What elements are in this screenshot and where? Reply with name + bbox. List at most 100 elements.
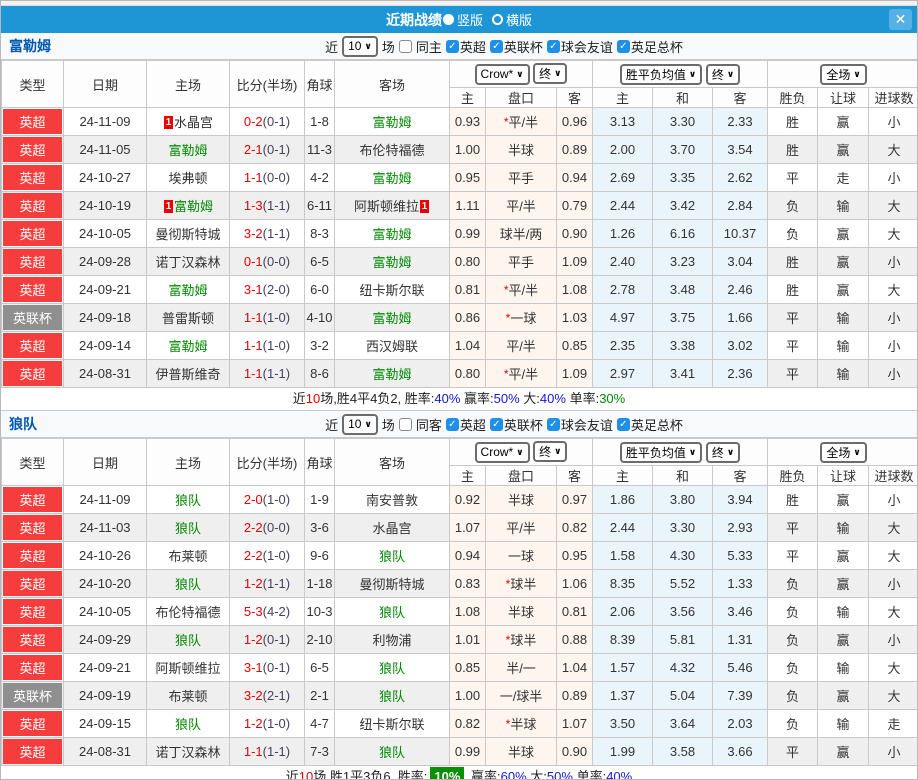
col-home: 主场: [146, 60, 230, 108]
away-odds: 1.08: [556, 275, 593, 304]
league-checkbox-efl-cup[interactable]: ✓: [489, 417, 503, 431]
team-label: 狼队: [378, 661, 405, 676]
chevron-down-icon: ∨: [726, 68, 735, 79]
result-goals: 大: [868, 681, 917, 710]
away-odds: 1.03: [556, 303, 593, 332]
avg-draw: 3.80: [652, 485, 713, 514]
odds-final-select[interactable]: 终 ∨: [533, 441, 568, 463]
radio-horizontal-label[interactable]: 横版: [506, 10, 532, 29]
scope-select[interactable]: 全场 ∨: [820, 441, 867, 463]
subcol-avg-away: 客: [711, 87, 769, 108]
half-score: (0-1): [262, 142, 291, 157]
col-type: 类型: [1, 60, 64, 108]
handicap-label: 一/球半: [499, 689, 543, 704]
league-badge: 英超: [3, 543, 62, 568]
league-label[interactable]: 英超: [460, 415, 486, 434]
radio-horizontal-layout[interactable]: [492, 14, 503, 25]
avg-draw: 4.32: [652, 653, 713, 682]
handicap-cell: 平手: [485, 163, 557, 192]
match-count-select[interactable]: 10 ∨: [342, 413, 378, 435]
radio-vertical-label[interactable]: 竖版: [457, 10, 483, 29]
corner-count: 9-6: [304, 541, 335, 570]
chevron-down-icon: ∨: [853, 68, 861, 79]
team-label: 诺丁汉森林: [155, 745, 221, 760]
league-label[interactable]: 英足总杯: [631, 37, 683, 56]
avg-final-select[interactable]: 终 ∨: [705, 63, 741, 85]
avg-final-select[interactable]: 终 ∨: [705, 441, 741, 463]
same-venue-checkbox[interactable]: [398, 39, 412, 53]
match-count-select[interactable]: 10 ∨: [342, 35, 378, 57]
away-odds: 1.09: [556, 359, 593, 388]
same-venue-label[interactable]: 同主: [416, 37, 442, 56]
corner-count: 8-6: [304, 359, 335, 388]
avg-home: 8.39: [592, 625, 653, 654]
result-wdl: 负: [767, 191, 819, 220]
team-filter-bar: 富勒姆 近 10 ∨ 场 同主 ✓ 英超 ✓ 英联杯 ✓ 球会友谊 ✓ 英足总杯: [1, 33, 917, 60]
team-label: 水晶宫: [372, 521, 412, 536]
home-odds: 0.99: [449, 737, 486, 766]
league-label[interactable]: 球会友谊: [561, 415, 613, 434]
subcol-result-handicap: 让球: [817, 465, 870, 486]
team-label: 富勒姆: [372, 367, 412, 382]
result-handicap: 输: [817, 513, 870, 542]
scope-select[interactable]: 全场 ∨: [820, 63, 867, 85]
avg-away: 2.03: [711, 709, 769, 738]
result-handicap: 赢: [817, 219, 870, 248]
league-checkbox-friendly[interactable]: ✓: [546, 39, 560, 53]
avg-select[interactable]: 胜平负均值 ∨: [619, 441, 703, 463]
corner-count: 7-3: [304, 737, 335, 766]
team-label: 埃弗顿: [168, 171, 208, 186]
home-odds: 0.92: [449, 485, 486, 514]
close-icon[interactable]: ✕: [889, 9, 912, 30]
league-checkbox-friendly[interactable]: ✓: [546, 417, 560, 431]
league-label[interactable]: 英足总杯: [631, 415, 683, 434]
handicap-cell: 一球: [485, 541, 557, 570]
games-label: 场: [381, 417, 395, 433]
full-score: 2-2: [243, 548, 263, 563]
match-date: 24-10-05: [63, 597, 147, 626]
red-card-badge: 1: [163, 200, 173, 213]
league-label[interactable]: 球会友谊: [561, 37, 613, 56]
league-label[interactable]: 英联杯: [504, 415, 543, 434]
team-label: 狼队: [174, 717, 201, 732]
avg-away: 10.37: [711, 219, 769, 248]
league-checkbox-efl-cup[interactable]: ✓: [489, 39, 503, 53]
home-odds: 0.94: [449, 541, 486, 570]
half-score: (1-0): [262, 492, 291, 507]
match-type-badge: 英超: [1, 653, 64, 682]
league-checkbox-fa-cup[interactable]: ✓: [616, 417, 630, 431]
result-wdl: 胜: [767, 107, 819, 136]
subcol-handicap: 盘口: [485, 87, 557, 108]
avg-away: 1.33: [711, 569, 769, 598]
col-date: 日期: [63, 60, 147, 108]
same-venue-checkbox[interactable]: [398, 417, 412, 431]
result-goals: 大: [868, 513, 917, 542]
league-checkbox-epl[interactable]: ✓: [445, 417, 459, 431]
away-odds: 0.90: [556, 737, 593, 766]
league-checkbox-fa-cup[interactable]: ✓: [616, 39, 630, 53]
match-date: 24-10-20: [63, 569, 147, 598]
league-badge: 英超: [3, 599, 62, 624]
avg-draw: 3.30: [652, 513, 713, 542]
handicap-label: 球半: [510, 633, 537, 648]
league-label[interactable]: 英联杯: [504, 37, 543, 56]
league-label[interactable]: 英超: [460, 37, 486, 56]
odds-source-select[interactable]: Crow* ∨: [474, 63, 530, 85]
avg-away: 3.66: [711, 737, 769, 766]
full-score: 1-1: [243, 744, 263, 759]
home-team: 布伦特福德: [146, 597, 230, 626]
same-venue-label[interactable]: 同客: [416, 415, 442, 434]
avg-select[interactable]: 胜平负均值 ∨: [619, 63, 703, 85]
result-handicap: 输: [817, 653, 870, 682]
radio-vertical-layout[interactable]: [442, 14, 454, 25]
home-odds: 0.85: [449, 653, 486, 682]
half-score: (2-1): [262, 688, 291, 703]
league-badge: 英超: [3, 361, 62, 386]
league-checkbox-epl[interactable]: ✓: [445, 39, 459, 53]
team-label: 狼队: [174, 493, 201, 508]
away-odds: 0.97: [556, 485, 593, 514]
result-handicap: 赢: [817, 737, 870, 766]
summary-segment: 大:: [519, 391, 540, 406]
odds-source-select[interactable]: Crow* ∨: [474, 441, 530, 463]
odds-final-select[interactable]: 终 ∨: [533, 63, 568, 85]
